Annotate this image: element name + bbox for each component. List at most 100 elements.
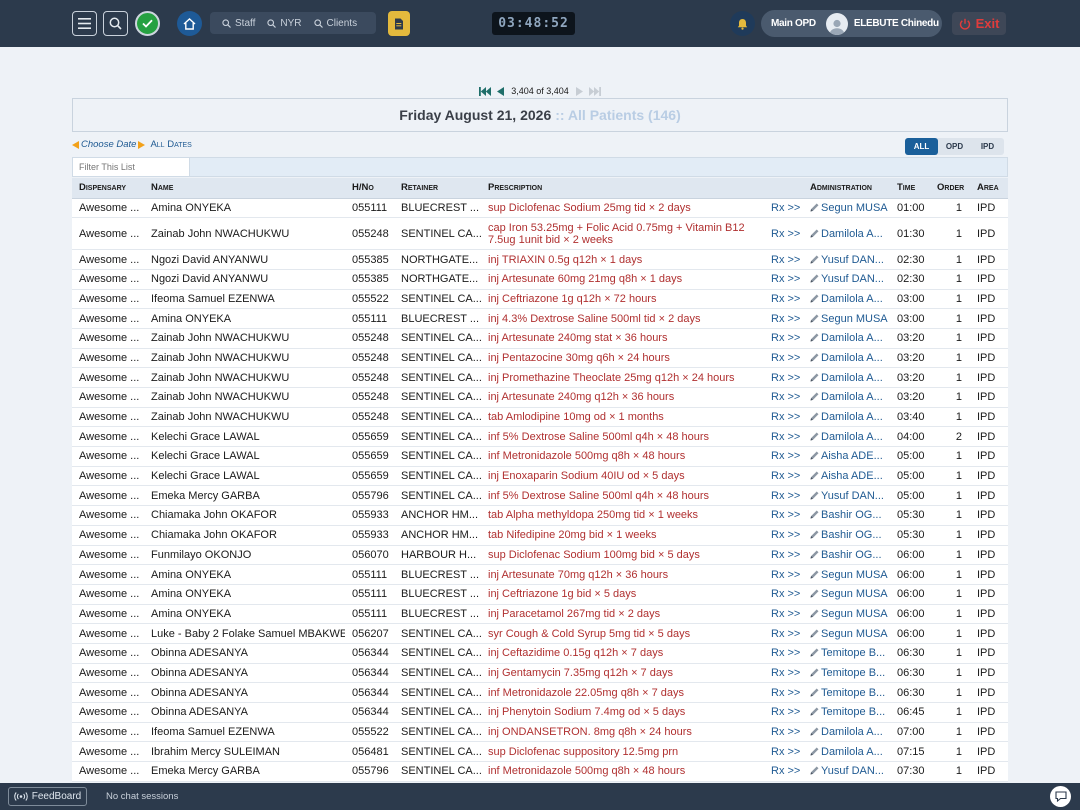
first-page-icon[interactable] (479, 86, 492, 96)
table-row[interactable]: Awesome ... Amina ONYEKA 055111 BLUECREST .… (72, 604, 1008, 625)
col-hno[interactable]: H/No (345, 178, 394, 199)
table-row[interactable]: Awesome ... Funmilayo OKONJO 056070 HARBOUR… (72, 545, 1008, 566)
col-retainer[interactable]: Retainer (394, 178, 481, 199)
rx-link[interactable]: Rx >> (764, 328, 803, 349)
table-row[interactable]: Awesome ... Zainab John NWACHUKWU 055248 SE… (72, 328, 1008, 349)
patient-name-cell[interactable]: Zainab John NWACHUKWU (144, 387, 345, 408)
patient-name-cell[interactable]: Amina ONYEKA (144, 198, 345, 219)
table-row[interactable]: Awesome ... Ngozi David ANYANWU 055385 NORT… (72, 269, 1008, 290)
patient-name-cell[interactable]: Kelechi Grace LAWAL (144, 426, 345, 448)
rx-link[interactable]: Rx >> (764, 367, 803, 388)
table-row[interactable]: Awesome ... Kelechi Grace LAWAL 055659 SENT… (72, 446, 1008, 467)
notifications-button[interactable] (730, 11, 755, 36)
administrator-cell[interactable]: Damilola A... (803, 217, 890, 251)
staff-search[interactable]: Staff (222, 18, 255, 29)
administrator-cell[interactable]: Temitope B... (803, 702, 890, 723)
rx-link[interactable]: Rx >> (764, 702, 803, 723)
tab-ipd[interactable]: IPD (971, 138, 1004, 155)
last-page-icon[interactable] (588, 86, 601, 96)
col-area[interactable]: Area (970, 178, 1008, 199)
administrator-cell[interactable]: Segun MUSA (803, 308, 890, 329)
rx-link[interactable]: Rx >> (764, 564, 803, 585)
rx-link[interactable]: Rx >> (764, 269, 803, 290)
chat-button[interactable] (1050, 786, 1071, 807)
patient-name-cell[interactable]: Zainab John NWACHUKWU (144, 407, 345, 428)
patient-name-cell[interactable]: Kelechi Grace LAWAL (144, 446, 345, 467)
table-row[interactable]: Awesome ... Ifeoma Samuel EZENWA 055522 SEN… (72, 722, 1008, 743)
col-administration[interactable]: Administration (803, 178, 890, 199)
rx-link[interactable]: Rx >> (764, 643, 803, 664)
patient-name-cell[interactable]: Chiamaka John OKAFOR (144, 505, 345, 526)
rx-link[interactable]: Rx >> (764, 348, 803, 369)
choose-date-link[interactable]: Choose Date (81, 139, 136, 150)
rx-link[interactable]: Rx >> (764, 407, 803, 428)
administrator-cell[interactable]: Temitope B... (803, 643, 890, 664)
administrator-cell[interactable]: Damilola A... (803, 407, 890, 428)
patient-name-cell[interactable]: Kelechi Grace LAWAL (144, 466, 345, 487)
home-button[interactable] (177, 11, 202, 36)
rx-link[interactable]: Rx >> (764, 722, 803, 743)
table-row[interactable]: Awesome ... Zainab John NWACHUKWU 055248 SE… (72, 407, 1008, 428)
patient-name-cell[interactable]: Zainab John NWACHUKWU (144, 217, 345, 251)
table-row[interactable]: Awesome ... Amina ONYEKA 055111 BLUECREST .… (72, 584, 1008, 605)
clients-search[interactable]: Clients (313, 18, 357, 29)
rx-link[interactable]: Rx >> (764, 545, 803, 566)
nyr-search[interactable]: NYR (267, 18, 302, 29)
administrator-cell[interactable]: Damilola A... (803, 367, 890, 388)
feedboard-button[interactable]: FeedBoard (8, 787, 87, 806)
patient-name-cell[interactable]: Amina ONYEKA (144, 308, 345, 329)
patient-name-cell[interactable]: Ibrahim Mercy SULEIMAN (144, 741, 345, 763)
table-row[interactable]: Awesome ... Emeka Mercy GARBA 055796 SENTIN… (72, 485, 1008, 507)
rx-link[interactable]: Rx >> (764, 761, 803, 782)
documents-button[interactable] (388, 11, 410, 36)
patient-name-cell[interactable]: Zainab John NWACHUKWU (144, 348, 345, 369)
rx-link[interactable]: Rx >> (764, 466, 803, 487)
table-row[interactable]: Awesome ... Zainab John NWACHUKWU 055248 SE… (72, 367, 1008, 388)
table-row[interactable]: Awesome ... Kelechi Grace LAWAL 055659 SENT… (72, 426, 1008, 448)
patient-name-cell[interactable]: Ifeoma Samuel EZENWA (144, 289, 345, 310)
administrator-cell[interactable]: Yusuf DAN... (803, 269, 890, 290)
table-row[interactable]: Awesome ... Obinna ADESANYA 056344 SENTINEL… (72, 643, 1008, 664)
administrator-cell[interactable]: Yusuf DAN... (803, 249, 890, 270)
rx-link[interactable]: Rx >> (764, 623, 803, 644)
table-row[interactable]: Awesome ... Obinna ADESANYA 056344 SENTINEL… (72, 702, 1008, 723)
rx-link[interactable]: Rx >> (764, 308, 803, 329)
col-order[interactable]: Order (930, 178, 970, 199)
patient-name-cell[interactable]: Zainab John NWACHUKWU (144, 328, 345, 349)
administrator-cell[interactable]: Bashir OG... (803, 545, 890, 566)
administrator-cell[interactable]: Segun MUSA (803, 623, 890, 644)
user-menu[interactable]: Main OPD ELEBUTE Chinedu (761, 10, 942, 37)
patient-name-cell[interactable]: Obinna ADESANYA (144, 702, 345, 723)
patient-name-cell[interactable]: Obinna ADESANYA (144, 643, 345, 664)
administrator-cell[interactable]: Segun MUSA (803, 198, 890, 219)
table-row[interactable]: Awesome ... Obinna ADESANYA 056344 SENTINEL… (72, 682, 1008, 703)
rx-link[interactable]: Rx >> (764, 198, 803, 219)
rx-link[interactable]: Rx >> (764, 387, 803, 408)
rx-link[interactable]: Rx >> (764, 682, 803, 703)
status-check-button[interactable] (135, 11, 160, 36)
col-prescription[interactable]: Prescription (481, 178, 764, 199)
patient-name-cell[interactable]: Amina ONYEKA (144, 604, 345, 625)
table-row[interactable]: Awesome ... Amina ONYEKA 055111 BLUECREST .… (72, 308, 1008, 329)
rx-link[interactable]: Rx >> (764, 446, 803, 467)
prev-page-icon[interactable] (497, 86, 505, 96)
rx-link[interactable]: Rx >> (764, 584, 803, 605)
rx-link[interactable]: Rx >> (764, 485, 803, 507)
administrator-cell[interactable]: Bashir OG... (803, 505, 890, 526)
administrator-cell[interactable]: Damilola A... (803, 387, 890, 408)
patient-name-cell[interactable]: Obinna ADESANYA (144, 682, 345, 703)
administrator-cell[interactable]: Damilola A... (803, 348, 890, 369)
administrator-cell[interactable]: Damilola A... (803, 426, 890, 448)
administrator-cell[interactable]: Temitope B... (803, 682, 890, 703)
table-row[interactable]: Awesome ... Chiamaka John OKAFOR 055933 ANC… (72, 505, 1008, 526)
col-name[interactable]: Name (144, 178, 345, 199)
all-dates-link[interactable]: All Dates (150, 139, 191, 150)
table-row[interactable]: Awesome ... Zainab John NWACHUKWU 055248 SE… (72, 217, 1008, 251)
administrator-cell[interactable]: Aisha ADE... (803, 466, 890, 487)
table-row[interactable]: Awesome ... Amina ONYEKA 055111 BLUECREST .… (72, 198, 1008, 219)
rx-link[interactable]: Rx >> (764, 217, 803, 251)
patient-name-cell[interactable]: Emeka Mercy GARBA (144, 485, 345, 507)
patient-name-cell[interactable]: Ifeoma Samuel EZENWA (144, 722, 345, 743)
administrator-cell[interactable]: Yusuf DAN... (803, 761, 890, 782)
administrator-cell[interactable]: Damilola A... (803, 289, 890, 310)
